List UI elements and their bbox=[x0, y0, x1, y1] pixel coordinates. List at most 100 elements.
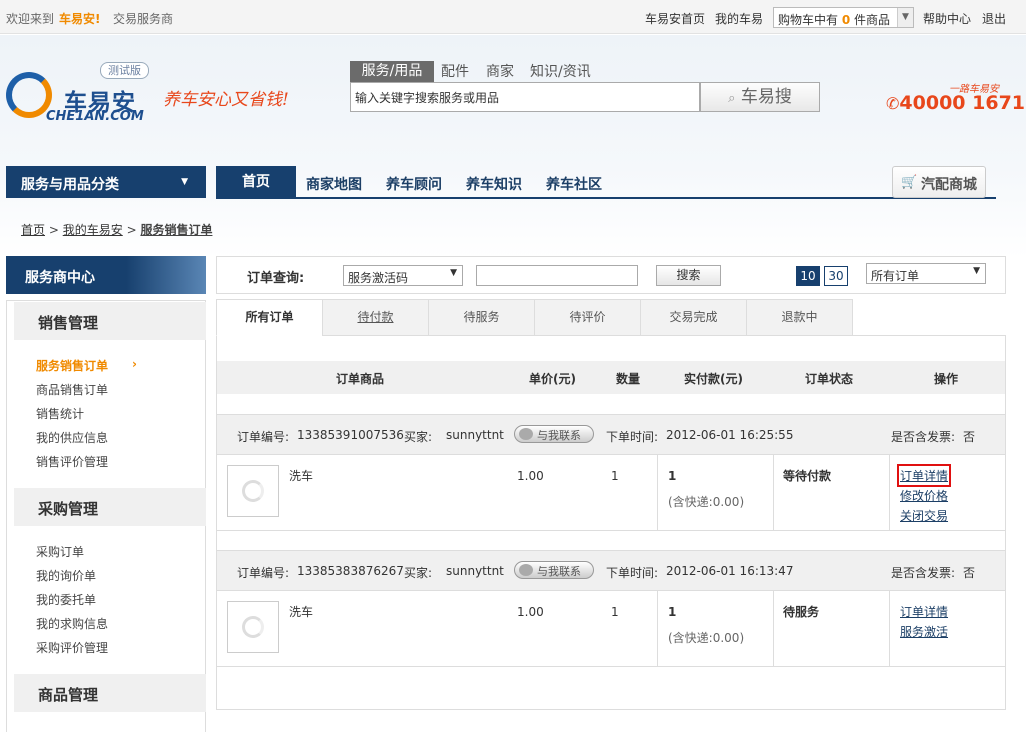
divider bbox=[773, 591, 774, 666]
product-placeholder-icon bbox=[242, 616, 264, 638]
col-quantity: 数量 bbox=[616, 372, 641, 386]
parts-mall-button[interactable]: 🛒 汽配商城 bbox=[892, 166, 986, 198]
cart-dropdown[interactable]: 购物车中有 0 件商品 ▼ bbox=[773, 7, 914, 28]
nav-underline bbox=[216, 197, 996, 199]
invoice-label: 是否含发票: bbox=[891, 430, 956, 444]
order-detail-link[interactable]: 订单详情 bbox=[896, 464, 952, 487]
sidebar-group-purchase: 采购管理 bbox=[14, 488, 206, 526]
chevron-down-icon: ▼ bbox=[897, 8, 913, 27]
my-account-link[interactable]: 我的车易 bbox=[715, 10, 763, 27]
sidebar-item-label: 服务销售订单 bbox=[36, 359, 109, 373]
tab-pending-review[interactable]: 待评价 bbox=[534, 299, 641, 336]
buyer-name: sunnyttnt bbox=[446, 564, 504, 578]
order-filter-select[interactable]: 所有订单 ▼ bbox=[866, 263, 986, 284]
invoice-value: 否 bbox=[963, 430, 976, 444]
beta-badge: 测试版 bbox=[100, 62, 149, 79]
sidebar-item-service-orders[interactable]: 服务销售订单 › bbox=[36, 357, 137, 374]
logout-link[interactable]: 退出 bbox=[982, 10, 1006, 27]
nav-merchant-map[interactable]: 商家地图 bbox=[306, 174, 362, 194]
caret-down-icon: ▼ bbox=[181, 177, 188, 187]
invoice-label: 是否含发票: bbox=[891, 566, 956, 580]
query-keyword-input[interactable] bbox=[476, 265, 638, 286]
breadcrumb-separator: > bbox=[48, 223, 63, 237]
buyer-label: 买家: bbox=[404, 566, 433, 580]
help-link[interactable]: 帮助中心 bbox=[923, 10, 971, 27]
contact-buyer-button[interactable]: 与我联系 bbox=[514, 425, 594, 443]
cart-count: 0 bbox=[841, 13, 851, 27]
query-search-button[interactable]: 搜索 bbox=[656, 265, 721, 286]
breadcrumb-my[interactable]: 我的车易安 bbox=[63, 223, 123, 237]
order-detail-link[interactable]: 订单详情 bbox=[900, 603, 948, 620]
orders-panel: 订单商品 单价(元) 数量 实付款(元) 订单状态 操作 订单编号: 13385… bbox=[216, 335, 1006, 710]
search-tab-merchants[interactable]: 商家 bbox=[486, 61, 514, 81]
tab-pending-payment[interactable]: 待付款 bbox=[322, 299, 429, 336]
cart-icon: 🛒 bbox=[901, 175, 918, 190]
tab-all-orders[interactable]: 所有订单 bbox=[216, 299, 323, 336]
sidebar-item-wanted[interactable]: 我的求购信息 bbox=[36, 615, 108, 632]
product-name[interactable]: 洗车 bbox=[289, 603, 313, 620]
sidebar-item-commissions[interactable]: 我的委托单 bbox=[36, 591, 96, 608]
site-home-link[interactable]: 车易安首页 bbox=[645, 10, 705, 27]
breadcrumb-home[interactable]: 首页 bbox=[21, 223, 45, 237]
divider bbox=[657, 591, 658, 666]
sidebar-item-purchase-orders[interactable]: 采购订单 bbox=[36, 543, 84, 560]
paid-amount: 1 bbox=[668, 469, 677, 483]
modify-price-link[interactable]: 修改价格 bbox=[900, 487, 948, 504]
sidebar-item-sales-reviews[interactable]: 销售评价管理 bbox=[36, 453, 108, 470]
order-time: 2012-06-01 16:25:55 bbox=[666, 428, 794, 442]
search-tab-services[interactable]: 服务/用品 bbox=[350, 61, 434, 82]
tab-completed[interactable]: 交易完成 bbox=[640, 299, 747, 336]
nav-community[interactable]: 养车社区 bbox=[546, 174, 602, 194]
hotline-number-text: 40000 16712 bbox=[899, 92, 1026, 114]
page-size-10[interactable]: 10 bbox=[796, 266, 820, 286]
category-menu-label: 服务与用品分类 bbox=[21, 177, 119, 193]
nav-car-advisor[interactable]: 养车顾问 bbox=[386, 174, 442, 194]
sidebar-item-product-orders[interactable]: 商品销售订单 bbox=[36, 381, 108, 398]
contact-buyer-label: 与我联系 bbox=[537, 565, 581, 578]
search-input[interactable]: 输入关键字搜索服务或用品 bbox=[350, 82, 700, 112]
query-type-select[interactable]: 服务激活码 ▼ bbox=[343, 265, 463, 286]
sidebar-title: 服务商中心 bbox=[6, 256, 206, 294]
sidebar-item-purchase-reviews[interactable]: 采购评价管理 bbox=[36, 639, 108, 656]
quantity: 1 bbox=[611, 605, 619, 619]
order-header: 订单编号: 13385391007536 买家: sunnyttnt 与我联系 … bbox=[217, 414, 1005, 455]
parts-mall-label: 汽配商城 bbox=[921, 177, 977, 193]
search-tab-knowledge[interactable]: 知识/资讯 bbox=[530, 61, 591, 81]
search-button[interactable]: ⌕ 车易搜 bbox=[700, 82, 820, 112]
paid-amount: 1 bbox=[668, 605, 677, 619]
nav-home[interactable]: 首页 bbox=[216, 166, 296, 198]
page-size-30[interactable]: 30 bbox=[824, 266, 848, 286]
order-no: 13385383876267 bbox=[297, 564, 404, 578]
divider bbox=[889, 455, 890, 530]
buyer-label: 买家: bbox=[404, 430, 433, 444]
tab-pending-service[interactable]: 待服务 bbox=[428, 299, 535, 336]
product-name[interactable]: 洗车 bbox=[289, 467, 313, 484]
breadcrumb-current[interactable]: 服务销售订单 bbox=[140, 223, 212, 237]
tab-refunding[interactable]: 退款中 bbox=[746, 299, 853, 336]
product-thumbnail[interactable] bbox=[227, 465, 279, 517]
sidebar-item-sales-stats[interactable]: 销售统计 bbox=[36, 405, 84, 422]
merchant-link[interactable]: 交易服务商 bbox=[113, 10, 173, 27]
divider bbox=[657, 455, 658, 530]
contact-buyer-button[interactable]: 与我联系 bbox=[514, 561, 594, 579]
product-thumbnail[interactable] bbox=[227, 601, 279, 653]
invoice-value: 否 bbox=[963, 566, 976, 580]
category-menu[interactable]: 服务与用品分类 ▼ bbox=[6, 166, 206, 198]
sidebar-item-supply-info[interactable]: 我的供应信息 bbox=[36, 429, 108, 446]
order-query-bar: 订单查询: 服务激活码 ▼ 搜索 10 30 所有订单 ▼ bbox=[216, 256, 1006, 294]
order-time: 2012-06-01 16:13:47 bbox=[666, 564, 794, 578]
top-bar: 欢迎来到 车易安! 交易服务商 车易安首页 我的车易 购物车中有 0 件商品 ▼… bbox=[0, 0, 1026, 34]
order-row: 洗车 1.00 1 1 (含快递:0.00) 等待付款 订单详情 修改价格 关闭… bbox=[217, 455, 1005, 531]
product-placeholder-icon bbox=[242, 480, 264, 502]
close-trade-link[interactable]: 关闭交易 bbox=[900, 507, 948, 524]
sidebar-group-products: 商品管理 bbox=[14, 674, 206, 712]
sidebar-item-inquiries[interactable]: 我的询价单 bbox=[36, 567, 96, 584]
search-tab-parts[interactable]: 配件 bbox=[441, 61, 469, 81]
nav-car-knowledge[interactable]: 养车知识 bbox=[466, 174, 522, 194]
col-product: 订单商品 bbox=[336, 372, 385, 386]
activate-service-link[interactable]: 服务激活 bbox=[900, 623, 948, 640]
shipping-note: (含快递:0.00) bbox=[668, 495, 745, 509]
order-row: 洗车 1.00 1 1 (含快递:0.00) 待服务 订单详情 服务激活 bbox=[217, 591, 1005, 667]
order-time-label: 下单时间: bbox=[606, 430, 659, 444]
site-name: 车易安! bbox=[59, 12, 101, 26]
